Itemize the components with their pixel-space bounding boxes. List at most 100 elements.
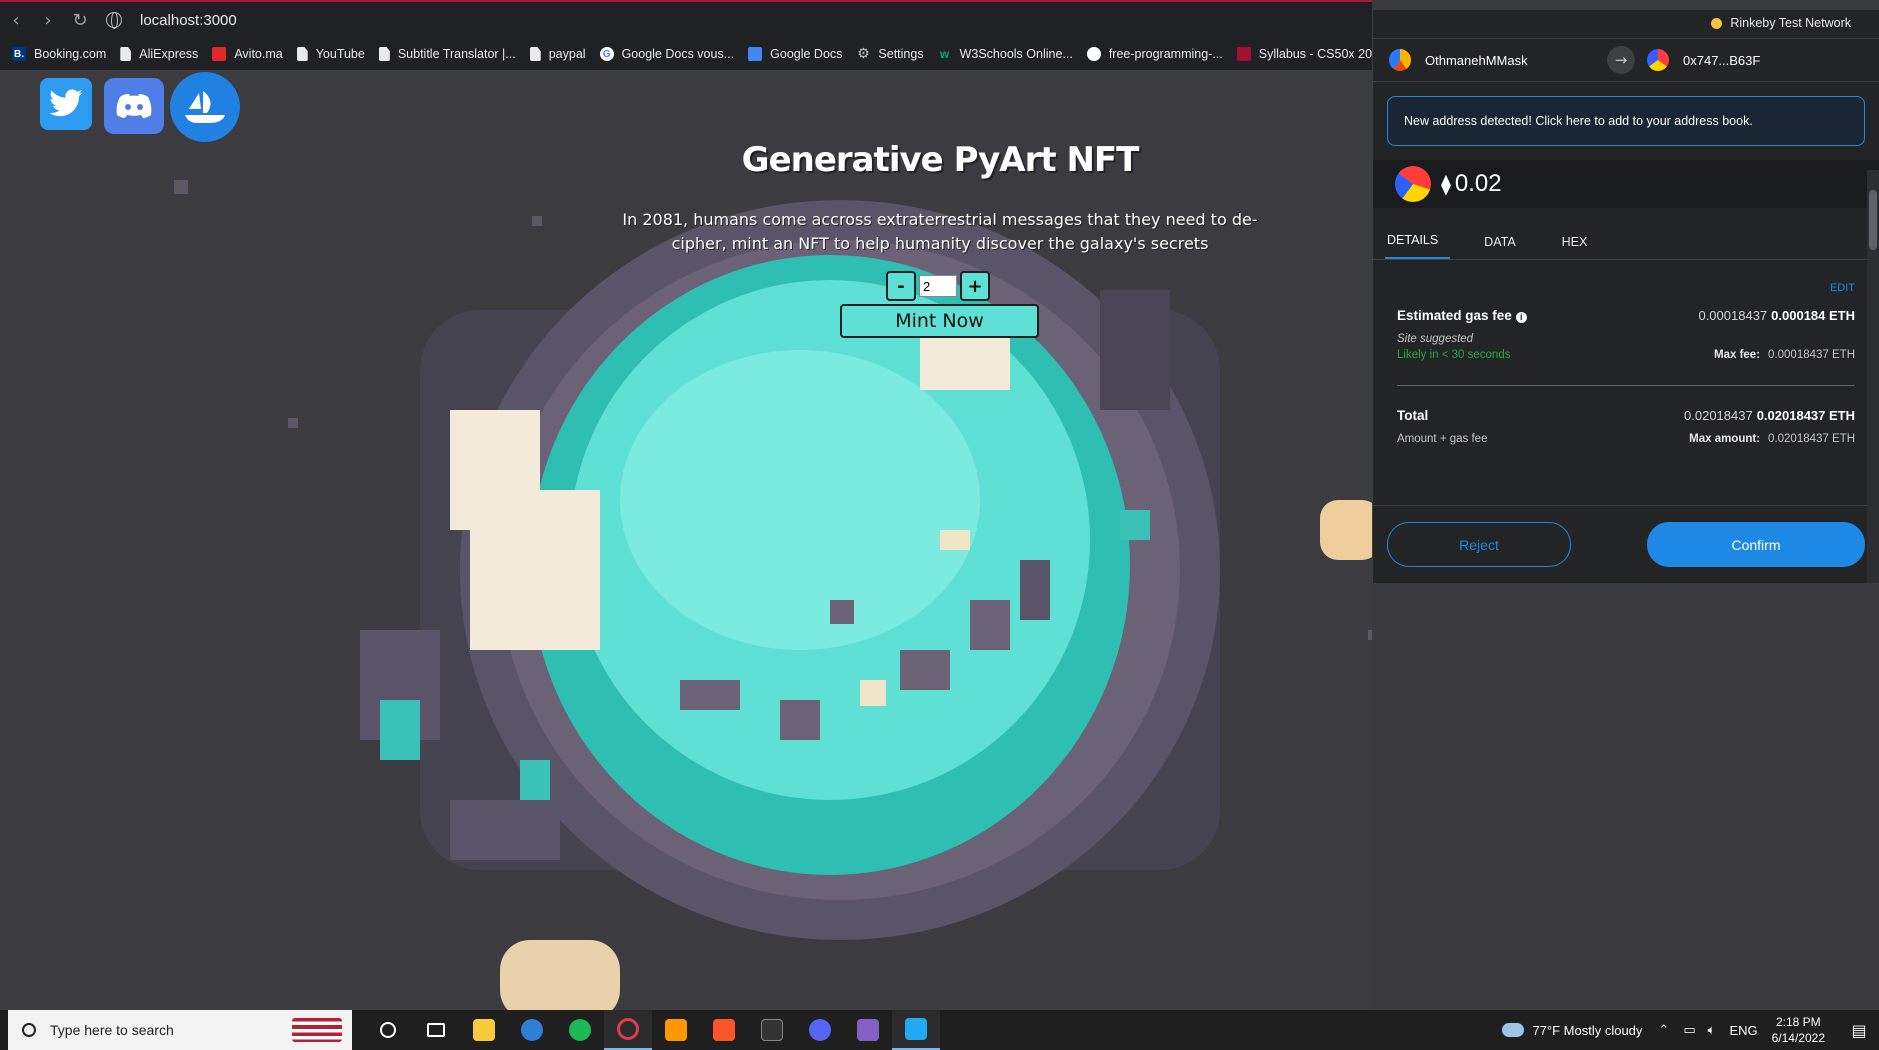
page-icon xyxy=(378,47,390,61)
docs-icon xyxy=(748,47,763,61)
tab-details[interactable]: DETAILS xyxy=(1385,233,1451,259)
visual-studio-icon[interactable] xyxy=(844,1010,892,1050)
tab-hex[interactable]: HEX xyxy=(1562,235,1600,259)
metamask-header: Rinkeby Test Network xyxy=(1373,10,1879,38)
forward-icon[interactable]: › xyxy=(32,4,64,36)
avito-icon xyxy=(212,47,227,61)
gas-fee-row: Estimated gas fee i 0.00018437 0.000184 ET… xyxy=(1397,308,1855,323)
globe-icon xyxy=(106,12,122,29)
account-transfer-row: OthmanehMMask → 0x747...B63F xyxy=(1373,38,1879,82)
cloud-icon xyxy=(1502,1023,1525,1037)
cortana-icon[interactable] xyxy=(364,1010,412,1050)
page-subtitle: In 2081, humans come accross extraterres… xyxy=(622,210,1258,253)
github-icon xyxy=(1086,47,1101,61)
harvard-icon xyxy=(1236,47,1251,61)
bookmark-w3schools[interactable]: w W3Schools Online... xyxy=(938,47,1073,61)
quantity-stepper: - + xyxy=(886,271,990,301)
chevron-up-icon[interactable]: ⌃ xyxy=(1658,1023,1669,1038)
confirm-button[interactable]: Confirm xyxy=(1647,522,1865,567)
bookmark-free-programming[interactable]: free-programming-... xyxy=(1086,47,1223,61)
url-text[interactable]: localhost:3000 xyxy=(140,12,237,29)
taskbar-search[interactable]: Type here to search xyxy=(8,1010,352,1050)
account-avatar-icon xyxy=(1389,49,1411,71)
star xyxy=(174,180,188,194)
sublime-icon[interactable] xyxy=(652,1010,700,1050)
opera-icon[interactable] xyxy=(604,1010,652,1050)
search-placeholder: Type here to search xyxy=(50,1022,174,1038)
bookmark-syllabus-cs50[interactable]: Syllabus - CS50x 20... xyxy=(1236,47,1372,61)
site-suggested-label: Site suggested xyxy=(1397,333,1474,345)
spotify-icon[interactable] xyxy=(556,1010,604,1050)
edge-icon[interactable] xyxy=(508,1010,556,1050)
gear-icon: ⚙ xyxy=(857,46,870,62)
bookmark-youtube[interactable]: YouTube xyxy=(296,47,365,61)
terminal-icon[interactable] xyxy=(748,1010,796,1050)
bookmarks-bar: B. Booking.com AliExpress Avito.ma YouTub… xyxy=(0,38,1372,70)
vscode-icon[interactable] xyxy=(892,1010,940,1050)
ethereum-icon: ⧫ xyxy=(1441,172,1451,196)
bookmark-avito[interactable]: Avito.ma xyxy=(212,47,283,61)
windows-taskbar: Type here to search 77°F Mostly cloudy ⌃… xyxy=(0,1010,1879,1050)
likely-time-label: Likely in < 30 seconds xyxy=(1397,349,1511,361)
reload-icon[interactable]: ↻ xyxy=(64,4,96,36)
bookmark-subtitle-translator[interactable]: Subtitle Translator |... xyxy=(378,47,516,61)
page-icon xyxy=(120,47,132,61)
recipient-avatar-icon xyxy=(1395,166,1431,202)
arrow-right-icon: → xyxy=(1607,46,1635,74)
new-address-notice[interactable]: New address detected! Click here to add … xyxy=(1387,96,1865,146)
w3schools-icon: w xyxy=(939,47,950,61)
back-icon[interactable]: ‹ xyxy=(0,4,32,36)
discord-app-icon[interactable] xyxy=(796,1010,844,1050)
bookmark-settings[interactable]: ⚙ Settings xyxy=(856,46,923,62)
opensea-icon[interactable] xyxy=(170,72,240,142)
site-suggested-row: Site suggested xyxy=(1397,333,1855,345)
taskbar-apps xyxy=(364,1010,940,1050)
bookmark-paypal[interactable]: paypal xyxy=(529,47,586,61)
reject-button[interactable]: Reject xyxy=(1387,522,1571,567)
decrement-button[interactable]: - xyxy=(886,271,916,301)
tab-bar: DETAILS DATA HEX xyxy=(1373,220,1879,260)
weather-widget[interactable]: 77°F Mostly cloudy xyxy=(1502,1023,1642,1038)
volume-icon[interactable]: 🔈︎ xyxy=(1708,1023,1716,1038)
brave-icon[interactable] xyxy=(700,1010,748,1050)
notifications-icon[interactable]: ▤ xyxy=(1839,1021,1879,1040)
max-fee: Max fee: 0.00018437 ETH xyxy=(1714,349,1855,361)
language-indicator[interactable]: ENG xyxy=(1729,1023,1757,1038)
file-explorer-icon[interactable] xyxy=(460,1010,508,1050)
bookmark-google-docs[interactable]: Google Docs xyxy=(748,47,842,61)
amount-gas-row: Amount + gas fee Max amount: 0.02018437 E… xyxy=(1397,433,1855,445)
clock[interactable]: 2:18 PM 6/14/2022 xyxy=(1772,1014,1825,1046)
twitter-icon[interactable] xyxy=(40,78,92,130)
total-row: Total 0.02018437 0.02018437 ETH xyxy=(1397,408,1855,423)
tab-data[interactable]: DATA xyxy=(1484,235,1527,259)
star xyxy=(1368,630,1372,640)
bookmark-google-docs-vous[interactable]: G Google Docs vous... xyxy=(599,47,734,61)
small-planet xyxy=(1320,500,1372,560)
gas-fee-label: Estimated gas fee i xyxy=(1397,308,1527,323)
info-icon[interactable]: i xyxy=(1515,312,1527,323)
eth-amount: ⧫ 0.02 xyxy=(1441,170,1502,197)
total-value: 0.02018437 0.02018437 ETH xyxy=(1684,408,1855,423)
increment-button[interactable]: + xyxy=(960,271,990,301)
edit-link[interactable]: EDIT xyxy=(1830,282,1855,294)
metamask-popup: Rinkeby Test Network OthmanehMMask → 0x7… xyxy=(1372,10,1879,583)
network-selector[interactable]: Rinkeby Test Network xyxy=(1711,16,1851,30)
network-icon[interactable]: ▭ xyxy=(1683,1023,1695,1038)
discord-icon[interactable] xyxy=(104,78,164,134)
recipient-avatar-icon xyxy=(1647,49,1669,71)
google-icon: G xyxy=(599,47,614,61)
action-bar: Reject Confirm xyxy=(1373,505,1879,583)
address-bar[interactable]: localhost:3000 xyxy=(106,12,237,29)
mint-now-button[interactable]: Mint Now xyxy=(840,304,1039,338)
scrollbar[interactable] xyxy=(1867,170,1879,583)
browser-toolbar: ‹ › ↻ localhost:3000 xyxy=(0,0,1372,38)
scrollbar-thumb[interactable] xyxy=(1869,190,1877,250)
bookmark-booking[interactable]: B. Booking.com xyxy=(12,47,106,61)
from-account[interactable]: OthmanehMMask xyxy=(1373,49,1607,71)
to-account[interactable]: 0x747...B63F xyxy=(1647,49,1760,71)
task-view-icon[interactable] xyxy=(412,1010,460,1050)
bookmark-aliexpress[interactable]: AliExpress xyxy=(120,47,198,61)
quantity-input[interactable] xyxy=(919,275,957,297)
page-icon xyxy=(296,47,308,61)
star xyxy=(288,418,298,428)
